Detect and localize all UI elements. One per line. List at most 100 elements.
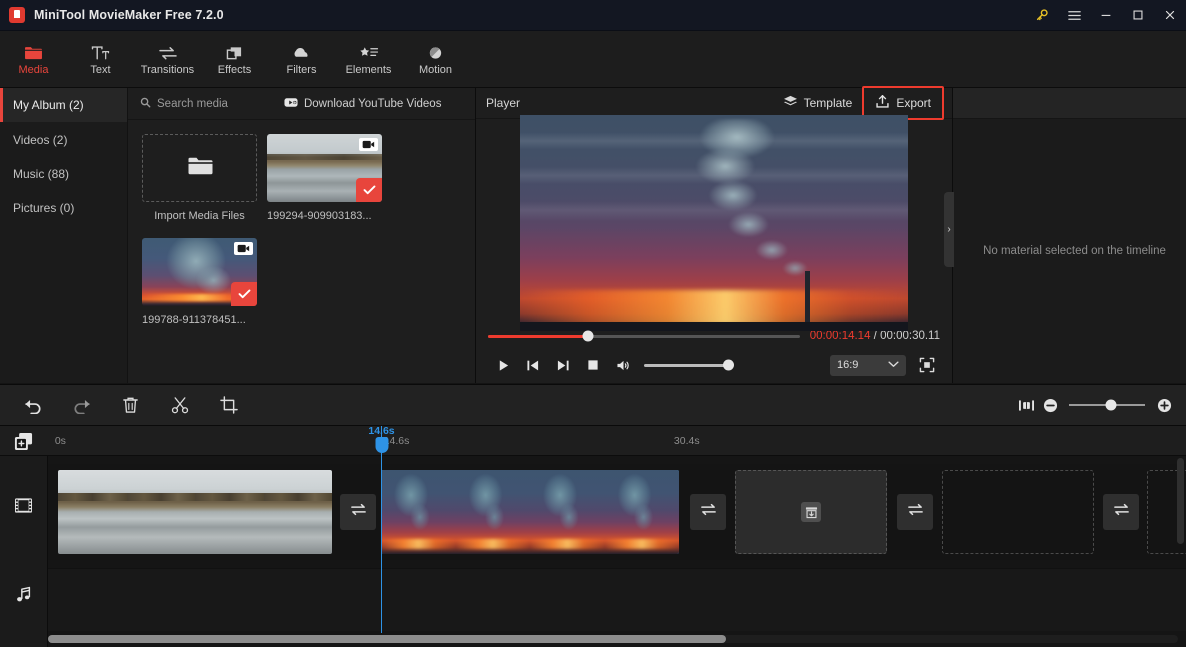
media-thumbnail-1[interactable] xyxy=(142,238,257,306)
license-key-button[interactable] xyxy=(1026,0,1058,31)
time-separator: / xyxy=(873,330,877,342)
time-display: 00:00:14.14 / 00:00:30.11 xyxy=(810,330,940,342)
video-preview[interactable] xyxy=(520,115,908,331)
previous-frame-button[interactable] xyxy=(518,352,548,378)
toolbar-tab-media[interactable]: Media xyxy=(0,31,67,88)
property-panel-collapse-button[interactable]: › xyxy=(944,192,954,267)
toolbar-tab-elements[interactable]: Elements xyxy=(335,31,402,88)
clip-frame xyxy=(381,470,456,554)
album-item-pictures[interactable]: Pictures (0) xyxy=(0,191,127,225)
toolbar-tab-text-label: Text xyxy=(90,64,111,76)
media-item-0: 199294-909903183... xyxy=(267,134,382,222)
folder-icon xyxy=(24,42,43,61)
delete-button[interactable] xyxy=(106,384,155,426)
layers-icon xyxy=(783,95,798,111)
media-panel: My Album (2) Videos (2) Music (88) Pictu… xyxy=(0,88,476,383)
film-strip-icon xyxy=(14,497,33,519)
media-main: Search media Download YouTube Videos Imp… xyxy=(128,88,475,383)
transitions-icon xyxy=(158,42,178,61)
media-thumbnail-0[interactable] xyxy=(267,134,382,202)
timeline-zoom-knob[interactable] xyxy=(1105,399,1117,411)
menu-button[interactable] xyxy=(1058,0,1090,31)
timeline-zoom-slider[interactable] xyxy=(1069,399,1145,411)
transition-swap-icon xyxy=(907,502,924,522)
volume-button[interactable] xyxy=(608,352,638,378)
toolbar-tab-media-label: Media xyxy=(18,64,49,76)
stop-button[interactable] xyxy=(578,352,608,378)
motion-icon xyxy=(426,42,445,61)
current-time: 00:00:14.14 xyxy=(809,330,871,342)
timeline-horizontal-scrollbar-thumb[interactable] xyxy=(48,635,726,643)
import-media-files-button[interactable] xyxy=(142,134,257,202)
album-item-videos[interactable]: Videos (2) xyxy=(0,123,127,157)
search-input[interactable]: Search media xyxy=(140,95,228,113)
timeline-ruler[interactable]: 0s 14.6s 30.4s xyxy=(0,426,1186,456)
timeline-vertical-scrollbar[interactable] xyxy=(1177,458,1184,544)
zoom-in-button[interactable] xyxy=(1152,393,1176,417)
transition-slot-2[interactable] xyxy=(897,494,933,530)
clip-frame xyxy=(58,470,127,554)
media-selected-checkmark-0[interactable] xyxy=(356,178,382,202)
undo-button[interactable] xyxy=(8,384,57,426)
album-item-music[interactable]: Music (88) xyxy=(0,157,127,191)
property-panel-empty-message: No material selected on the timeline xyxy=(983,245,1166,257)
timeline-horizontal-scrollbar[interactable] xyxy=(48,635,1178,643)
download-youtube-videos-button[interactable]: Download YouTube Videos xyxy=(284,97,441,111)
zoom-out-button[interactable] xyxy=(1038,393,1062,417)
timeline-clip-smoke[interactable] xyxy=(381,470,679,554)
add-media-button[interactable] xyxy=(12,431,34,451)
redo-button[interactable] xyxy=(57,384,106,426)
video-stage xyxy=(476,115,952,331)
split-button[interactable] xyxy=(155,384,204,426)
transport-controls: 16:9 xyxy=(488,351,940,379)
transition-slot-3[interactable] xyxy=(1103,494,1139,530)
transition-slot-0[interactable] xyxy=(340,494,376,530)
folder-open-icon xyxy=(187,155,213,181)
video-type-badge xyxy=(359,138,378,151)
album-item-my-album[interactable]: My Album (2) xyxy=(0,88,127,122)
maximize-button[interactable] xyxy=(1122,0,1154,31)
minimize-button[interactable] xyxy=(1090,0,1122,31)
fit-timeline-icon[interactable] xyxy=(1014,393,1038,417)
play-button[interactable] xyxy=(488,352,518,378)
volume-slider[interactable] xyxy=(644,359,734,371)
media-slot-1[interactable] xyxy=(942,470,1094,554)
clip-frames xyxy=(381,470,679,554)
music-note-icon xyxy=(15,586,33,609)
title-bar: MiniTool MovieMaker Free 7.2.0 xyxy=(0,0,1186,31)
media-slot-0[interactable] xyxy=(735,470,887,554)
toolbar-tab-text[interactable]: Text xyxy=(67,31,134,88)
fullscreen-button[interactable] xyxy=(914,354,940,376)
crop-button[interactable] xyxy=(204,384,253,426)
playback-progress-slider[interactable] xyxy=(488,330,800,342)
toolbar-tab-transitions-label: Transitions xyxy=(140,64,195,76)
toolbar-tab-filters-label: Filters xyxy=(286,64,317,76)
preview-ground xyxy=(520,322,908,331)
volume-knob[interactable] xyxy=(723,359,734,371)
clip-frame xyxy=(455,470,530,554)
minitool-moviemaker-window: MiniTool MovieMaker Free 7.2.0 Media Tex… xyxy=(0,0,1186,647)
toolbar-tab-effects[interactable]: Effects xyxy=(201,31,268,88)
album-sidebar: My Album (2) Videos (2) Music (88) Pictu… xyxy=(0,88,128,383)
transition-slot-1[interactable] xyxy=(690,494,726,530)
export-button[interactable]: Export xyxy=(865,89,941,117)
minitool-logo-icon xyxy=(9,7,25,23)
aspect-ratio-select[interactable]: 16:9 xyxy=(830,354,906,376)
audio-track-header[interactable] xyxy=(0,560,47,635)
audio-track[interactable] xyxy=(48,568,1186,631)
toolbar-tab-transitions[interactable]: Transitions xyxy=(134,31,201,88)
template-button[interactable]: Template xyxy=(773,90,863,116)
toolbar-tab-filters[interactable]: Filters xyxy=(268,31,335,88)
album-item-music-label: Music (88) xyxy=(13,167,70,181)
close-button[interactable] xyxy=(1154,0,1186,31)
video-track[interactable] xyxy=(48,464,1186,560)
media-selected-checkmark-1[interactable] xyxy=(231,282,257,306)
timeline: 0s 14.6s 30.4s 14.6s xyxy=(0,425,1186,647)
timeline-track-headers xyxy=(0,456,48,647)
toolbar-tab-motion[interactable]: Motion xyxy=(402,31,469,88)
window-controls xyxy=(1026,0,1186,31)
timeline-clip-marsh[interactable] xyxy=(58,470,332,554)
video-track-header[interactable] xyxy=(0,456,47,560)
next-frame-button[interactable] xyxy=(548,352,578,378)
progress-knob[interactable] xyxy=(582,330,594,342)
